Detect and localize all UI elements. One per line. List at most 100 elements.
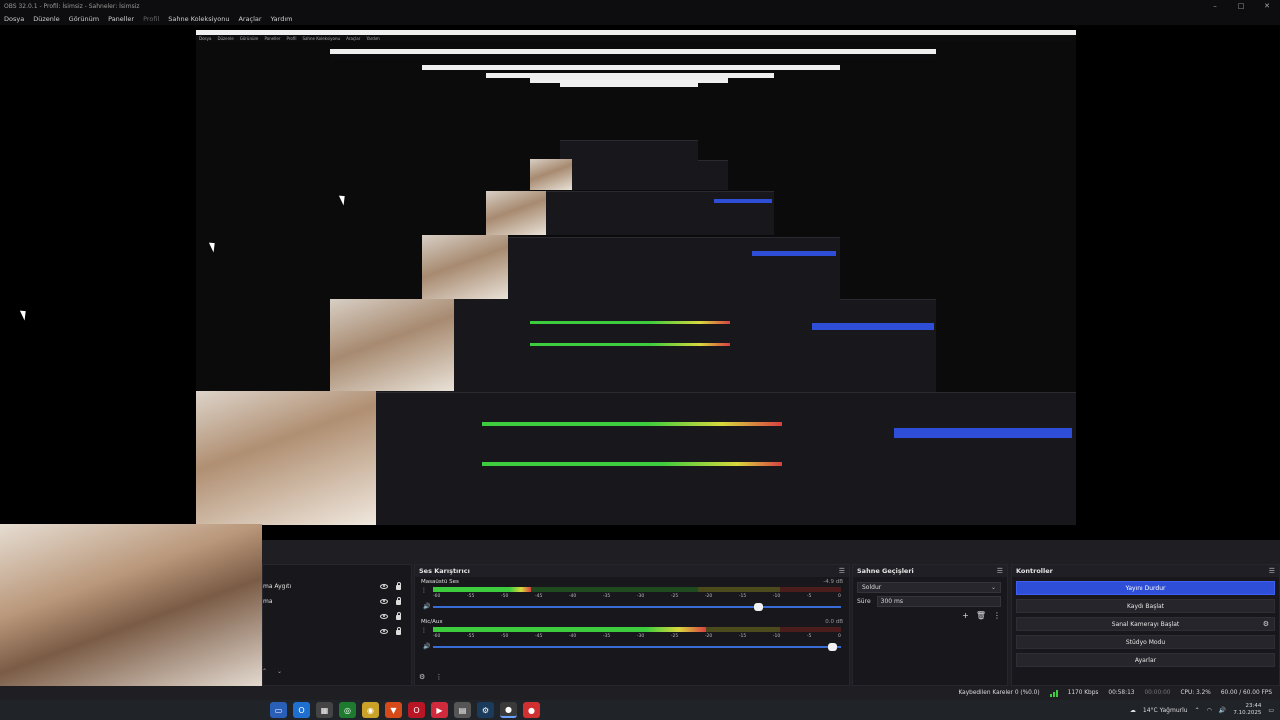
bitrate: 1170 Kbps: [1067, 690, 1099, 696]
app-icon[interactable]: ▶: [431, 702, 448, 718]
scale-tick-label: -20: [704, 594, 713, 599]
more-icon[interactable]: ⋮: [993, 611, 1001, 620]
notification-icon[interactable]: ▭: [1268, 707, 1274, 714]
fader-knob[interactable]: [754, 603, 764, 611]
menu-docks[interactable]: Paneller: [108, 15, 134, 23]
source-row[interactable]: [263, 624, 401, 638]
studio-mode-button[interactable]: Stüdyo Modu: [1016, 635, 1275, 649]
transition-select[interactable]: Soldur ⌄: [857, 582, 1001, 593]
meter-scale: -60 -55 -50 -45 -40 -35 -30 -25 -20 -15 -10 -5 0: [433, 634, 841, 640]
trash-icon[interactable]: 🗑: [976, 611, 986, 620]
gear-icon[interactable]: ⚙: [1263, 620, 1269, 628]
scale-tick-label: -50: [500, 594, 509, 599]
webcam-thumbnail: [196, 391, 376, 525]
source-row[interactable]: ma Aygıtı: [263, 579, 401, 593]
eye-icon[interactable]: [380, 598, 388, 604]
outlook-icon[interactable]: O: [293, 702, 310, 718]
lock-icon[interactable]: [396, 581, 401, 590]
chevron-up-icon[interactable]: ⌃: [1195, 707, 1200, 714]
speaker-icon[interactable]: 🔊: [423, 643, 430, 650]
duration-input[interactable]: 300 ms: [876, 596, 1001, 607]
audio-mixer-panel: Ses Karıştırıcı ☰ Masaüstü Ses -4.9 dB ⋮…: [414, 564, 850, 686]
cpu-usage: CPU: 3.2%: [1180, 690, 1211, 696]
scale-tick-label: -30: [636, 634, 645, 639]
status-bar: Kaybedilen Kareler 0 (%0.0) 1170 Kbps 00…: [0, 686, 1280, 700]
mixer-menu-icon[interactable]: ⋮: [436, 673, 443, 681]
transition-selected: Soldur: [862, 584, 882, 591]
file-explorer-icon[interactable]: ▭: [270, 702, 287, 718]
dock-menu-icon[interactable]: ☰: [1269, 567, 1275, 575]
menu-profile[interactable]: Profil: [143, 15, 159, 23]
start-virtual-camera-button[interactable]: Sanal Kamerayı Başlat ⚙: [1016, 617, 1275, 631]
mouse-cursor: [19, 308, 30, 321]
weather-text[interactable]: 14°C Yağmurlu: [1143, 707, 1188, 714]
close-button[interactable]: ✕: [1254, 0, 1280, 12]
minimize-button[interactable]: –: [1202, 0, 1228, 12]
scale-tick-label: 0: [837, 594, 841, 599]
window-title-bar: OBS 32.0.1 - Profil: İsimsiz - Sahneler:…: [0, 0, 1280, 12]
stop-streaming-button[interactable]: Yayını Durdur: [1016, 581, 1275, 595]
start-recording-label: Kaydı Başlat: [1126, 602, 1165, 610]
app-icon[interactable]: ▦: [316, 702, 333, 718]
speaker-icon[interactable]: 🔊: [423, 603, 430, 610]
menu-view[interactable]: Görünüm: [69, 15, 99, 23]
clock-time: 23:44: [1245, 703, 1262, 709]
steam-icon[interactable]: ⚙: [477, 702, 494, 718]
start-recording-button[interactable]: Kaydı Başlat: [1016, 599, 1275, 613]
lock-icon[interactable]: [396, 626, 401, 635]
wifi-icon[interactable]: ◠: [1207, 707, 1212, 714]
chevron-up-icon[interactable]: ⌃: [262, 668, 267, 675]
fps: 60.00 / 60.00 FPS: [1220, 690, 1272, 696]
eye-icon[interactable]: [380, 583, 388, 589]
scale-tick-label: -10: [772, 594, 781, 599]
volume-fader[interactable]: [433, 643, 841, 651]
chevron-down-icon[interactable]: ⌄: [277, 668, 282, 675]
duration-value: 300 ms: [880, 598, 903, 605]
volume-meter: [433, 587, 841, 592]
track-settings-icon[interactable]: ⋮: [421, 587, 427, 594]
folder-icon[interactable]: ▤: [454, 702, 471, 718]
scale-tick-label: -60: [433, 594, 441, 599]
dropped-frames: Kaybedilen Kareler 0 (%0.0): [958, 690, 1040, 696]
preview-canvas[interactable]: Dosya Düzenle Görünüm Paneller Profil Sahne K…: [0, 25, 1280, 540]
clock[interactable]: 23:44 7.10.2025: [1233, 703, 1261, 717]
menu-file[interactable]: Dosya: [4, 15, 24, 23]
opera-icon[interactable]: O: [408, 702, 425, 718]
scale-tick-label: -20: [704, 634, 713, 639]
record-app-icon[interactable]: ●: [523, 702, 540, 718]
webcam-thumbnail: [422, 235, 508, 299]
fader-knob[interactable]: [827, 643, 837, 651]
chrome-icon[interactable]: ◉: [362, 702, 379, 718]
menu-tools[interactable]: Araçlar: [238, 15, 261, 23]
volume-fader[interactable]: [433, 603, 841, 611]
scale-tick-label: -45: [534, 594, 543, 599]
xbox-icon[interactable]: ◎: [339, 702, 356, 718]
audio-mixer-title: Ses Karıştırıcı: [419, 567, 470, 575]
menu-help[interactable]: Yardım: [271, 15, 293, 23]
track-name: Mic/Aux: [421, 619, 443, 625]
track-settings-icon[interactable]: ⋮: [421, 627, 427, 634]
maximize-button[interactable]: □: [1228, 0, 1254, 12]
lock-icon[interactable]: [396, 611, 401, 620]
weather-icon[interactable]: ☁: [1130, 707, 1136, 714]
lock-icon[interactable]: [396, 596, 401, 605]
controls-panel: Kontroller ☰ Yayını Durdur Kaydı Başlat …: [1011, 564, 1280, 686]
menu-edit[interactable]: Düzenle: [33, 15, 59, 23]
dock-menu-icon[interactable]: ☰: [839, 567, 845, 575]
settings-button[interactable]: Ayarlar: [1016, 653, 1275, 667]
eye-icon[interactable]: [380, 613, 388, 619]
obs-icon[interactable]: ●: [500, 702, 517, 718]
brave-icon[interactable]: ▼: [385, 702, 402, 718]
menu-scene-collection[interactable]: Sahne Koleksiyonu: [168, 15, 229, 23]
source-row[interactable]: ma: [263, 594, 401, 608]
scale-tick-label: -55: [466, 594, 475, 599]
speaker-icon[interactable]: 🔊: [1219, 707, 1226, 714]
dock-menu-icon[interactable]: ☰: [997, 567, 1003, 575]
source-row[interactable]: [263, 609, 401, 623]
signal-bars-icon: [1049, 689, 1058, 697]
add-icon[interactable]: +: [962, 611, 969, 620]
eye-icon[interactable]: [380, 628, 388, 634]
mixer-settings-icon[interactable]: ⚙: [419, 673, 425, 681]
stream-time: 00:58:13: [1108, 690, 1135, 696]
webcam-thumbnail: [530, 159, 572, 190]
